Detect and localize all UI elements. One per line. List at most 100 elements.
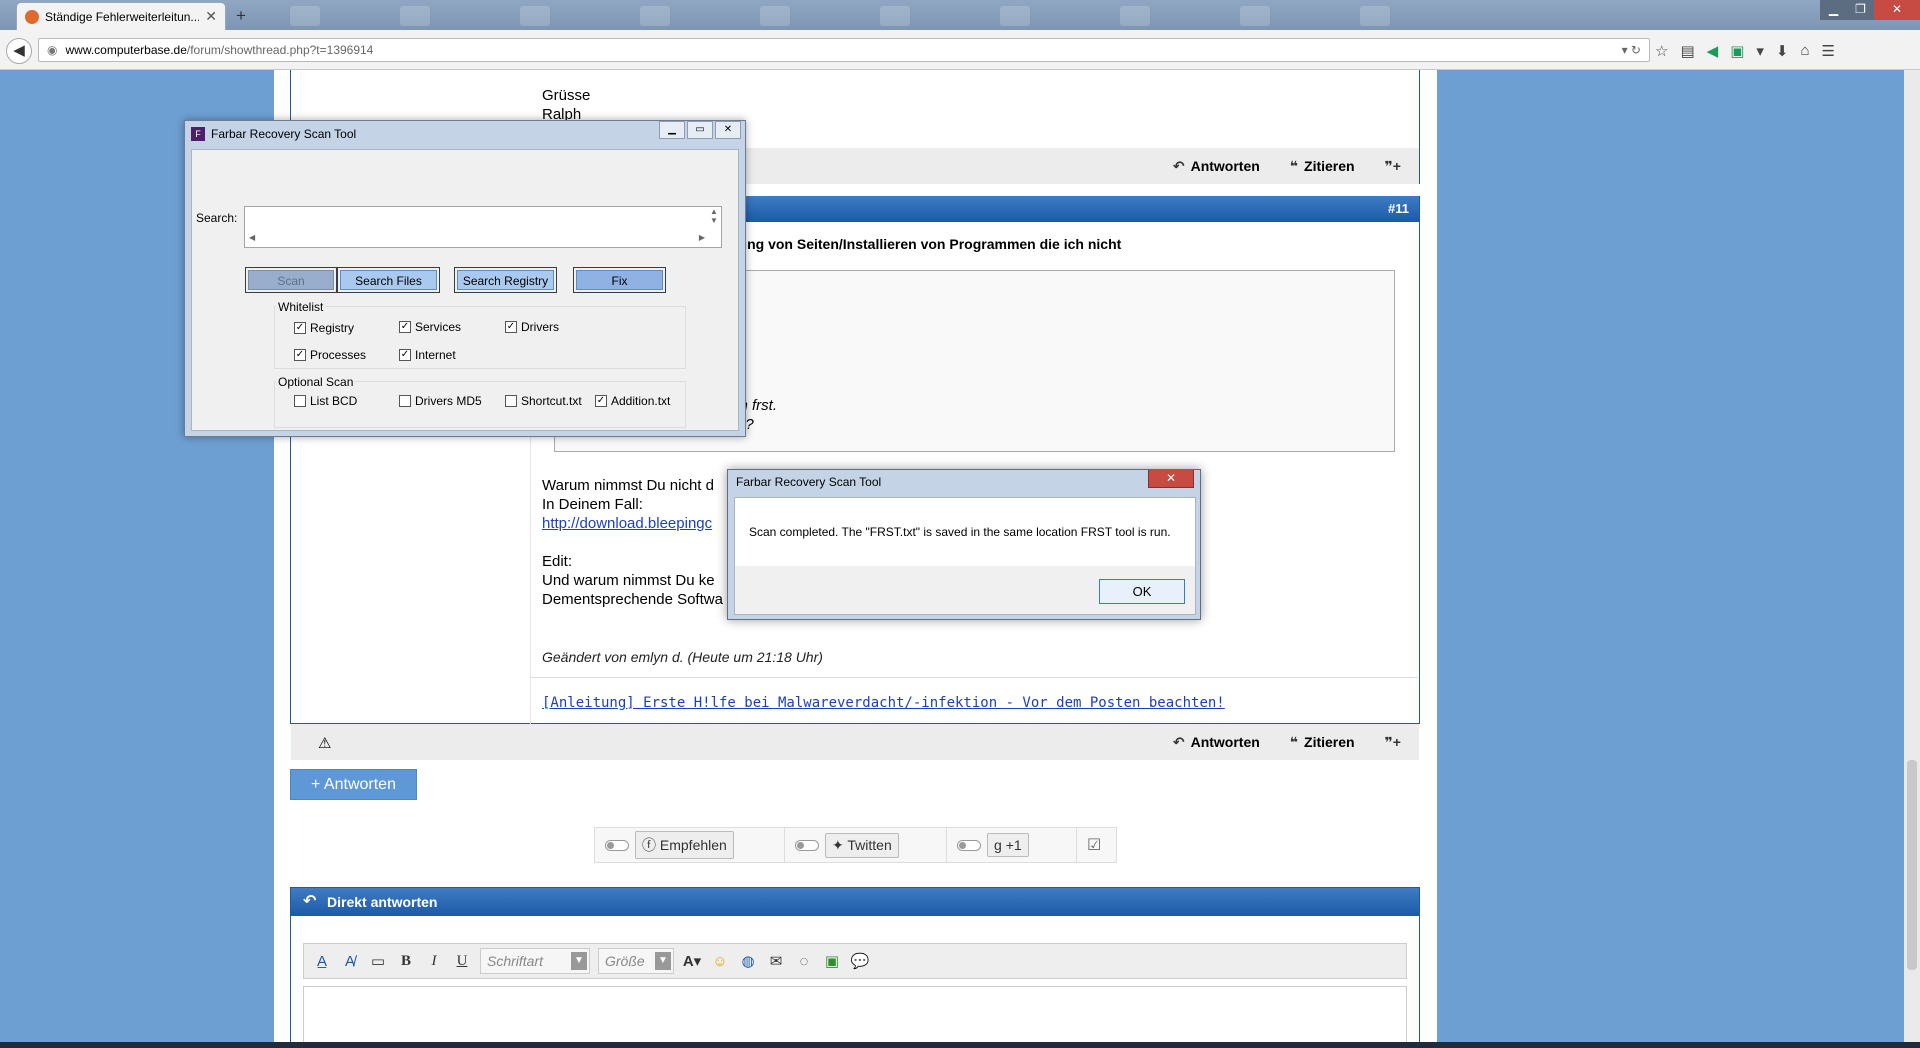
quote-link[interactable]: ❝ Zitieren (1290, 734, 1355, 751)
browser-titlebar: Ständige Fehlerweiterleitun... ✕ + ▁ ❐ ✕ (0, 0, 1920, 30)
scrollbar-thumb[interactable] (1907, 760, 1917, 970)
menu-icon[interactable]: ☰ (1822, 42, 1835, 60)
url-bar[interactable]: ◉ www.computerbase.de /forum/showthread.… (38, 38, 1650, 62)
drivers-checkbox[interactable]: ✓ Drivers (505, 320, 559, 334)
remove-format-icon[interactable]: A̸ (340, 953, 360, 970)
whitelist-label: Whitelist (276, 300, 326, 314)
reply-link[interactable]: ↶ Antworten (1173, 158, 1260, 175)
signature-link[interactable]: [Anleitung] Erste H!lfe bei Malwareverda… (542, 695, 1225, 711)
pinned-tab[interactable] (640, 6, 670, 26)
gplus-button[interactable]: g +1 (987, 833, 1029, 857)
pinned-tab[interactable] (1120, 6, 1150, 26)
dialog-body: Scan completed. The "FRST.txt" is saved … (734, 497, 1196, 615)
frst-titlebar[interactable]: F Farbar Recovery Scan Tool ▁ ▭ ✕ (185, 121, 745, 147)
gplus-toggle[interactable] (957, 839, 981, 851)
multi-quote-link[interactable]: ❞+ (1385, 734, 1401, 751)
reload-icon[interactable]: ▾ ↻ (1622, 43, 1641, 57)
new-reply-button[interactable]: + Antworten (290, 769, 417, 800)
insert-email-icon[interactable]: ✉ (766, 952, 786, 970)
reply-textarea[interactable] (303, 986, 1407, 1048)
reply-link[interactable]: ↶ Antworten (1173, 734, 1260, 751)
post-number[interactable]: #11 (1388, 201, 1409, 216)
ok-button[interactable]: OK (1099, 579, 1185, 604)
editor-toolbar: A̲ A̸ ▭ B I U Schriftart ▼ Größe ▼ A▾ ☺ ◍ … (303, 943, 1407, 979)
underline-button[interactable]: U (452, 953, 472, 970)
paste-icon[interactable]: ▭ (368, 952, 388, 970)
list-bcd-checkbox[interactable]: List BCD (294, 394, 357, 408)
frst-window: F Farbar Recovery Scan Tool ▁ ▭ ✕ Search… (184, 120, 746, 437)
insert-image-icon[interactable]: ▣ (822, 952, 842, 970)
pinned-tab[interactable] (400, 6, 430, 26)
windows-taskbar (0, 1042, 1920, 1048)
multi-quote-icon: ❞+ (1384, 733, 1401, 750)
smiley-icon[interactable]: ☺ (710, 953, 730, 970)
dialog-message: Scan completed. The "FRST.txt" is saved … (749, 525, 1171, 539)
horizontal-scroll-arrows-icon[interactable]: ◀ ▶ (245, 233, 709, 247)
font-family-select[interactable]: Schriftart ▼ (480, 948, 590, 974)
registry-checkbox[interactable]: ✓ Registry (294, 321, 354, 335)
reading-list-icon[interactable]: ▤ (1680, 42, 1694, 60)
new-tab-button[interactable]: + (236, 6, 246, 26)
processes-checkbox[interactable]: ✓ Processes (294, 348, 366, 362)
restore-icon[interactable]: ❐ (1847, 0, 1874, 20)
insert-quote-icon[interactable]: 💬 (850, 952, 870, 970)
pinned-tab[interactable] (1000, 6, 1030, 26)
report-warning-icon[interactable]: ⚠ (318, 734, 331, 752)
chevron-down-icon: ▼ (655, 952, 671, 970)
quote-link[interactable]: ❝ Zitieren (1290, 158, 1355, 175)
pinned-tab[interactable] (760, 6, 790, 26)
drivers-md5-checkbox[interactable]: Drivers MD5 (399, 394, 482, 408)
bookmark-star-icon[interactable]: ☆ (1655, 42, 1668, 60)
browser-navbar: ◀ ◉ www.computerbase.de /forum/showthrea… (0, 30, 1920, 70)
dropdown-icon[interactable]: ▾ (1756, 42, 1764, 60)
services-checkbox[interactable]: ✓ Services (399, 320, 461, 334)
internet-checkbox[interactable]: ✓ Internet (399, 348, 456, 362)
pinned-tab[interactable] (290, 6, 320, 26)
download-link[interactable]: http://download.bleepingc (542, 515, 712, 532)
facebook-button[interactable]: ⓕ Empfehlen (635, 831, 734, 859)
pinned-tab[interactable] (880, 6, 910, 26)
twitter-button[interactable]: ✦ Twitten (825, 832, 899, 858)
facebook-toggle[interactable] (605, 839, 629, 851)
window-close-icon[interactable]: ✕ (1874, 0, 1920, 20)
tab-close-icon[interactable]: ✕ (205, 8, 217, 25)
close-icon[interactable]: ✕ (1148, 470, 1194, 488)
italic-button[interactable]: I (424, 953, 444, 970)
share-icon[interactable]: ◀ (1707, 42, 1719, 60)
page-scrollbar[interactable] (1904, 70, 1920, 1048)
font-size-select[interactable]: Größe ▼ (598, 948, 674, 974)
font-color-icon[interactable]: A▾ (682, 952, 702, 970)
insert-link-icon[interactable]: ◍ (738, 952, 758, 970)
search-input[interactable]: ▲ ▼ ◀ ▶ (244, 206, 722, 248)
wysiwyg-toggle-icon[interactable]: A̲ (312, 953, 332, 970)
shortcut-checkbox[interactable]: Shortcut.txt (505, 394, 582, 408)
site-favicon-icon (25, 9, 39, 24)
tab-active[interactable]: Ständige Fehlerweiterleitun... ✕ (16, 2, 226, 30)
pinned-tab[interactable] (520, 6, 550, 26)
search-registry-button[interactable]: Search Registry (454, 267, 557, 293)
quick-reply-header: ↶ Direkt antworten (291, 888, 1419, 916)
unlink-icon[interactable]: ◌ (794, 953, 814, 970)
home-icon[interactable]: ⌂ (1800, 42, 1809, 60)
vertical-scroll-arrows-icon[interactable]: ▲ ▼ (707, 207, 721, 235)
download-icon[interactable]: ⬇ (1776, 42, 1789, 60)
dialog-title: Farbar Recovery Scan Tool (736, 475, 882, 489)
post-title: itung von Seiten/Installieren von Progra… (730, 236, 1122, 252)
scan-button[interactable]: Scan (245, 267, 337, 293)
settings-check-icon[interactable]: ☑ (1087, 835, 1101, 855)
fix-button[interactable]: Fix (573, 267, 666, 293)
multi-quote-link[interactable]: ❞+ (1385, 158, 1401, 175)
minimize-icon[interactable]: ▁ (1820, 0, 1847, 20)
close-icon[interactable]: ✕ (715, 121, 741, 139)
search-files-button[interactable]: Search Files (337, 267, 440, 293)
pinned-tab[interactable] (1360, 6, 1390, 26)
back-arrow-icon[interactable]: ◀ (6, 38, 32, 64)
addon-icon[interactable]: ▣ (1730, 42, 1744, 60)
maximize-icon[interactable]: ▭ (687, 121, 713, 139)
reply-arrow-icon: ↶ (1172, 157, 1185, 174)
twitter-toggle[interactable] (795, 839, 819, 851)
pinned-tab[interactable] (1240, 6, 1270, 26)
bold-button[interactable]: B (396, 953, 416, 970)
addition-checkbox[interactable]: ✓ Addition.txt (595, 394, 670, 408)
minimize-icon[interactable]: ▁ (659, 121, 685, 139)
